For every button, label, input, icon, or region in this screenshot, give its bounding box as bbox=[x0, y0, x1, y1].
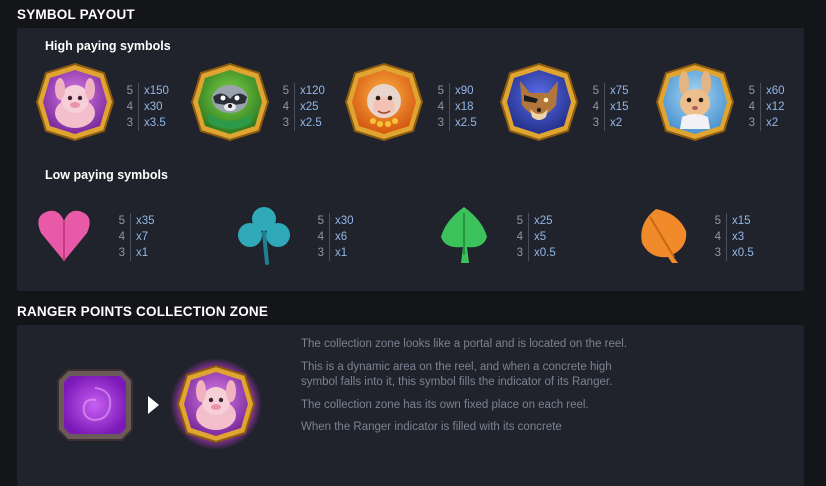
arrow-right-icon bbox=[148, 396, 159, 414]
high-paying-title: High paying symbols bbox=[45, 39, 171, 53]
raccoon-payouts: 5 x120 4 x25 3 x2.5 bbox=[280, 83, 325, 131]
raccoon-icon bbox=[189, 61, 271, 143]
wolf-icon bbox=[498, 61, 580, 143]
autumn-leaf-payouts: 5 x15 4 x3 3 x0.5 bbox=[712, 213, 754, 261]
rabbit-icon bbox=[654, 61, 736, 143]
spade-leaf-icon bbox=[435, 203, 493, 265]
portal-icon bbox=[54, 364, 136, 446]
zone-paragraph: This is a dynamic area on the reel, and … bbox=[301, 360, 613, 389]
low-paying-title: Low paying symbols bbox=[45, 168, 168, 182]
rabbit-payouts: 5 x60 4 x12 3 x2 bbox=[746, 83, 785, 131]
monkey-icon bbox=[343, 61, 425, 143]
wolf-payouts: 5 x75 4 x15 3 x2 bbox=[590, 83, 629, 131]
sheep-glow-icon bbox=[170, 358, 262, 450]
monkey-payouts: 5 x90 4 x18 3 x2.5 bbox=[435, 83, 477, 131]
heart-leaf-icon bbox=[35, 203, 93, 265]
symbol-payout-title: SYMBOL PAYOUT bbox=[17, 7, 135, 22]
zone-paragraph: When the Ranger indicator is filled with… bbox=[301, 421, 562, 433]
clover-leaf-payouts: 5 x30 4 x6 3 x1 bbox=[315, 213, 354, 261]
sheep-payouts: 5 x150 4 x30 3 x3.5 bbox=[124, 83, 169, 131]
zone-paragraph: The collection zone looks like a portal … bbox=[301, 338, 628, 350]
collection-zone-title: RANGER POINTS COLLECTION ZONE bbox=[17, 304, 269, 319]
autumn-leaf-icon bbox=[634, 203, 692, 265]
sheep-icon bbox=[34, 61, 116, 143]
spade-leaf-payouts: 5 x25 4 x5 3 x0.5 bbox=[514, 213, 556, 261]
clover-leaf-icon bbox=[235, 203, 293, 265]
zone-paragraph: The collection zone has its own fixed pl… bbox=[301, 398, 589, 411]
collection-zone-description: The collection zone looks like a portal … bbox=[301, 337, 631, 443]
heart-leaf-payouts: 5 x35 4 x7 3 x1 bbox=[116, 213, 155, 261]
